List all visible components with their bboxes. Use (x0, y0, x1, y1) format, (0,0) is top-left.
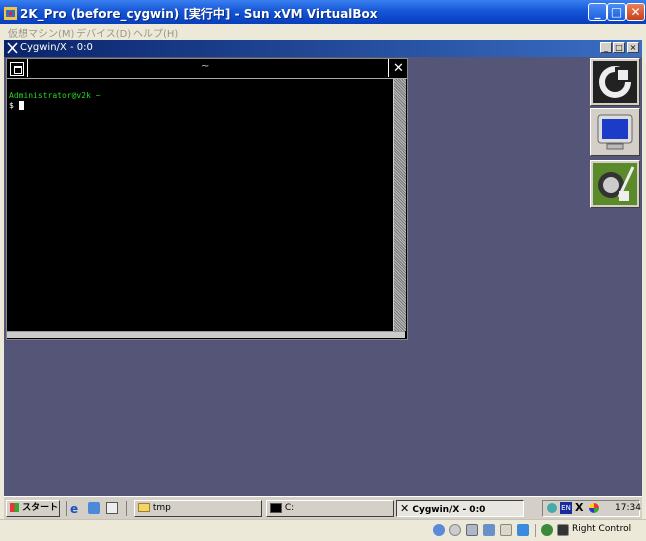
network-icon[interactable] (547, 503, 557, 513)
language-indicator[interactable]: EN (560, 502, 572, 514)
cygwin-x-title-bar[interactable]: Cygwin/X - 0:0 _ □ × (4, 40, 642, 57)
folder-icon (138, 503, 150, 512)
start-label: スタート (22, 503, 59, 513)
host-key-icon[interactable] (557, 524, 569, 536)
xterm-title-bar[interactable]: ~ ✕ (7, 59, 407, 79)
divider (126, 501, 127, 516)
cygwin-logo-icon[interactable] (590, 58, 640, 106)
cd-icon[interactable] (449, 524, 461, 536)
vbox-title-bar[interactable]: 2K_Pro (before_cygwin) [実行中] - Sun xVM V… (0, 0, 646, 24)
menu-devices[interactable]: デバイス(D) (76, 25, 131, 40)
prompt-symbol: $ (9, 101, 14, 110)
console-icon (270, 502, 282, 513)
system-tray: EN X 17:34 (542, 500, 641, 517)
taskbar-button-tmp[interactable]: tmp (134, 500, 262, 517)
outlook-icon[interactable] (88, 502, 100, 514)
xterm-close-button[interactable]: ✕ (390, 60, 407, 77)
taskbar-button-label: C: (284, 503, 295, 513)
guest-desktop[interactable]: Cygwin/X - 0:0 _ □ × ~ ✕ Administrator@v… (4, 40, 642, 496)
window-title: 2K_Pro (before_cygwin) [実行中] - Sun xVM V… (20, 7, 378, 21)
ie-icon[interactable]: e (70, 502, 78, 516)
minimize-button[interactable]: _ (588, 3, 607, 21)
maximize-button[interactable]: □ (607, 3, 626, 21)
usb-icon[interactable] (500, 524, 512, 536)
bottom-border (7, 331, 405, 338)
start-button[interactable]: スタート (6, 500, 60, 517)
app-tray-icon[interactable] (589, 503, 599, 513)
cx-close-button[interactable]: × (627, 42, 639, 53)
close-button[interactable]: ✕ (626, 3, 645, 21)
vbox-status-bar: Right Control (0, 519, 646, 541)
network-adapter-icon[interactable] (483, 524, 495, 536)
xterm-title: ~ (201, 61, 210, 72)
taskbar-button-cygwin-x[interactable]: ✕ Cygwin/X - 0:0 (396, 500, 524, 517)
clock: 17:34 (615, 503, 641, 513)
host-key-label: Right Control (572, 524, 632, 534)
x-logo-icon: ✕ (400, 502, 410, 515)
cygwin-x-title: Cygwin/X - 0:0 (20, 42, 93, 53)
guest-taskbar: スタート e tmp C: ✕ Cygwin/X - 0:0 EN X 17:3… (4, 496, 642, 520)
menu-bar: 仮想マシン(M) デバイス(D) ヘルプ(H) (0, 24, 646, 40)
show-desktop-icon[interactable] (106, 502, 118, 514)
x-logo-icon (7, 42, 18, 57)
taskbar-button-cmd[interactable]: C: (266, 500, 394, 517)
divider (66, 501, 67, 516)
x-server-tray-icon[interactable]: X (575, 501, 583, 514)
harddisk-icon[interactable] (433, 524, 445, 536)
monitor-icon[interactable] (590, 108, 640, 156)
xterm-window[interactable]: ~ ✕ Administrator@v2k ~ $ (6, 58, 408, 340)
shared-folders-icon[interactable] (517, 524, 529, 536)
vertical-scrollbar[interactable] (393, 79, 406, 331)
divider (535, 524, 536, 537)
mouse-integration-icon[interactable] (541, 524, 553, 536)
taskbar-button-label: Cygwin/X - 0:0 (412, 505, 486, 515)
windows-logo-icon (10, 503, 19, 512)
menu-machine[interactable]: 仮想マシン(M) (8, 25, 74, 40)
window-menu-icon[interactable] (10, 62, 24, 76)
virtualbox-app-icon (4, 5, 17, 20)
floppy-icon[interactable] (466, 524, 478, 536)
taskbar-button-label: tmp (152, 503, 171, 513)
cx-maximize-button[interactable]: □ (613, 42, 625, 53)
terminal-cursor (19, 101, 24, 110)
prompt-user-host: Administrator@v2k ~ (9, 91, 101, 100)
x-app-icon[interactable] (590, 160, 640, 208)
cx-minimize-button[interactable]: _ (600, 42, 612, 53)
terminal-output[interactable]: Administrator@v2k ~ $ (7, 79, 393, 331)
menu-help[interactable]: ヘルプ(H) (133, 25, 178, 40)
